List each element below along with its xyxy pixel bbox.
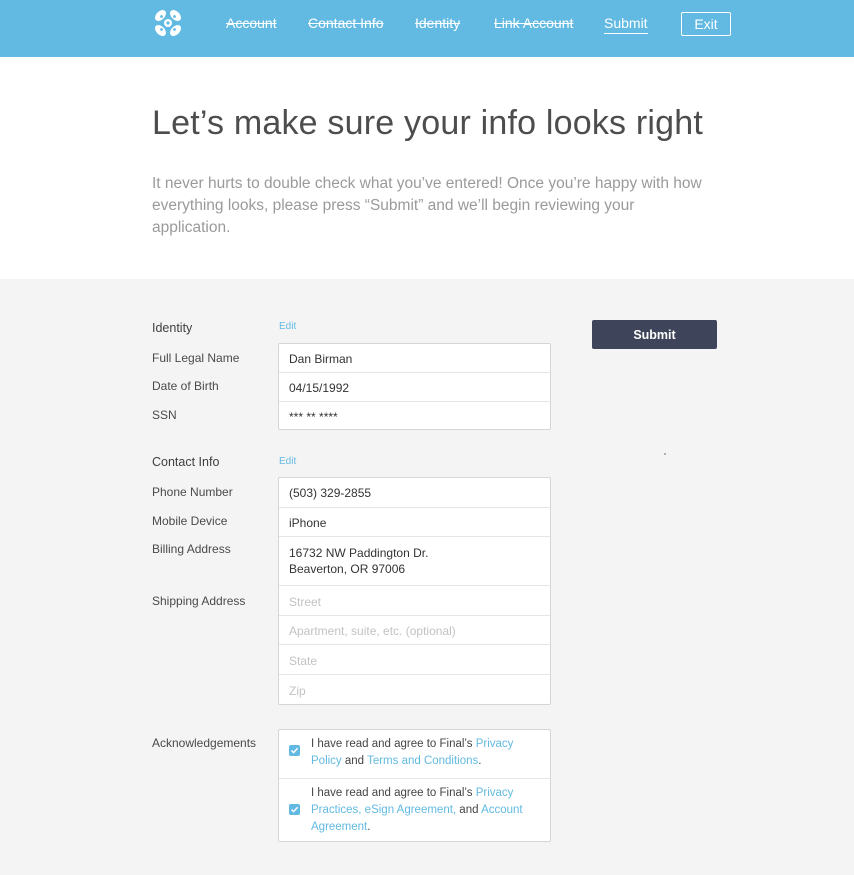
acknowledgement-item: I have read and agree to Final’s Privacy… bbox=[279, 730, 550, 778]
identity-section-title: Identity bbox=[152, 321, 193, 335]
full-legal-name-field[interactable]: Dan Birman bbox=[279, 344, 550, 373]
mobile-device-field[interactable]: iPhone bbox=[279, 507, 550, 537]
mobile-device-value: iPhone bbox=[289, 516, 327, 530]
contact-info-section-title: Contact Info bbox=[152, 455, 220, 469]
ssn-value: *** ** **** bbox=[289, 410, 338, 424]
privacy-terms-checkbox[interactable] bbox=[289, 745, 300, 756]
nav-link-account[interactable]: Link Account bbox=[494, 15, 573, 31]
exit-button[interactable]: Exit bbox=[681, 12, 731, 36]
nav-submit[interactable]: Submit bbox=[604, 15, 648, 34]
submit-button[interactable]: Submit bbox=[592, 320, 717, 349]
shipping-apartment-placeholder: Apartment, suite, etc. (optional) bbox=[289, 624, 456, 638]
acknowledgements-box: I have read and agree to Final’s Privacy… bbox=[278, 729, 551, 842]
acknowledgements-label: Acknowledgements bbox=[152, 736, 257, 750]
full-legal-name-value: Dan Birman bbox=[289, 352, 353, 366]
nav-contact-info[interactable]: Contact Info bbox=[308, 15, 384, 31]
full-legal-name-label: Full Legal Name bbox=[152, 351, 240, 365]
acknowledgement-item: I have read and agree to Final’s Privacy… bbox=[279, 779, 550, 842]
shipping-street-placeholder: Street bbox=[289, 595, 322, 609]
hero-section: Let’s make sure your info looks right It… bbox=[0, 57, 854, 279]
shipping-zip-placeholder: Zip bbox=[289, 684, 306, 698]
nav-account[interactable]: Account bbox=[226, 15, 277, 31]
date-of-birth-field[interactable]: 04/15/1992 bbox=[279, 372, 550, 402]
date-of-birth-label: Date of Birth bbox=[152, 379, 219, 393]
final-logo-icon[interactable] bbox=[153, 8, 183, 38]
shipping-zip-input[interactable]: Zip bbox=[279, 674, 550, 705]
identity-edit-link[interactable]: Edit bbox=[279, 321, 296, 332]
ack-text-suffix: . bbox=[367, 821, 371, 833]
nav-identity[interactable]: Identity bbox=[415, 15, 460, 31]
ack-text-prefix: I have read and agree to Final’s bbox=[311, 787, 476, 799]
ack-text-prefix: I have read and agree to Final’s bbox=[311, 738, 476, 750]
ssn-field[interactable]: *** ** **** bbox=[279, 401, 550, 430]
mobile-device-label: Mobile Device bbox=[152, 514, 228, 528]
shipping-state-placeholder: State bbox=[289, 654, 318, 668]
billing-address-label: Billing Address bbox=[152, 542, 231, 556]
phone-number-label: Phone Number bbox=[152, 485, 233, 499]
stray-dot bbox=[664, 453, 666, 455]
shipping-state-input[interactable]: State bbox=[279, 644, 550, 674]
page-title: Let’s make sure your info looks right bbox=[152, 104, 704, 142]
ack-text-suffix: . bbox=[478, 755, 482, 767]
contact-fields-box: (503) 329-2855 iPhone 16732 NW Paddingto… bbox=[278, 477, 551, 705]
shipping-apartment-input[interactable]: Apartment, suite, etc. (optional) bbox=[279, 615, 550, 645]
contact-info-edit-link[interactable]: Edit bbox=[279, 456, 296, 467]
phone-number-field[interactable]: (503) 329-2855 bbox=[279, 478, 550, 507]
terms-and-conditions-link[interactable]: Terms and Conditions bbox=[367, 755, 478, 767]
ack-text-mid: and bbox=[456, 804, 482, 816]
phone-number-value: (503) 329-2855 bbox=[289, 486, 372, 500]
billing-address-line2: Beaverton, OR 97006 bbox=[289, 562, 406, 576]
identity-fields-box: Dan Birman 04/15/1992 *** ** **** bbox=[278, 343, 551, 430]
esign-agreement-checkbox[interactable] bbox=[289, 804, 300, 815]
billing-address-line1: 16732 NW Paddington Dr. bbox=[289, 546, 429, 560]
page-description: It never hurts to double check what you’… bbox=[152, 175, 702, 236]
acknowledgement-text: I have read and agree to Final’s Privacy… bbox=[311, 785, 541, 836]
shipping-street-input[interactable]: Street bbox=[279, 585, 550, 615]
checkmark-icon bbox=[290, 806, 299, 813]
checkmark-icon bbox=[290, 747, 299, 754]
ack-text-mid: and bbox=[341, 755, 368, 767]
billing-address-field[interactable]: 16732 NW Paddington Dr. Beaverton, OR 97… bbox=[279, 536, 550, 586]
top-nav-bar: Account Contact Info Identity Link Accou… bbox=[0, 0, 854, 57]
shipping-address-label: Shipping Address bbox=[152, 594, 246, 608]
acknowledgement-text: I have read and agree to Final’s Privacy… bbox=[311, 736, 541, 770]
date-of-birth-value: 04/15/1992 bbox=[289, 381, 350, 395]
ssn-label: SSN bbox=[152, 408, 177, 422]
